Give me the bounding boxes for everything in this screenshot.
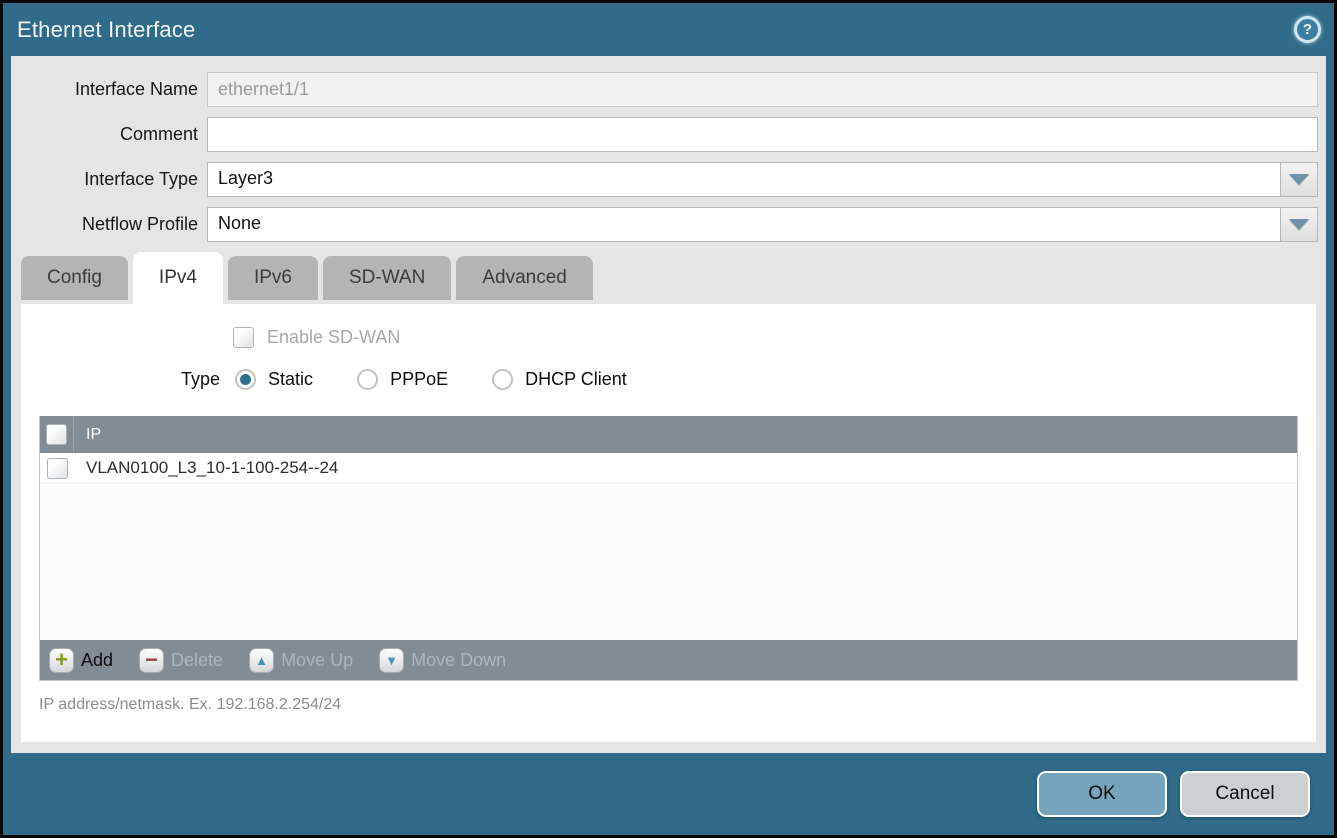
- table-row[interactable]: VLAN0100_L3_10-1-100-254--24: [40, 453, 1297, 484]
- netflow-profile-label: Netflow Profile: [11, 214, 207, 235]
- ethernet-interface-dialog: Ethernet Interface ? Interface Name Comm…: [0, 0, 1337, 838]
- tab-sdwan[interactable]: SD-WAN: [323, 256, 451, 300]
- type-radio-group: Static PPPoE DHCP Client: [235, 369, 671, 390]
- radio-pppoe-label: PPPoE: [390, 369, 448, 390]
- tab-ipv6[interactable]: IPv6: [228, 256, 318, 300]
- delete-button: − Delete: [139, 648, 223, 673]
- radio-static[interactable]: Static: [235, 369, 313, 390]
- arrow-up-icon: ▲: [249, 648, 274, 673]
- form-row-netflow-profile: Netflow Profile None: [11, 207, 1326, 242]
- netflow-profile-dropdown-button[interactable]: [1280, 207, 1318, 242]
- tab-config[interactable]: Config: [21, 256, 128, 300]
- minus-icon: −: [139, 648, 164, 673]
- radio-static-label: Static: [268, 369, 313, 390]
- radio-dhcp-client-circle[interactable]: [492, 369, 513, 390]
- radio-static-circle[interactable]: [235, 369, 256, 390]
- dialog-footer: OK Cancel: [3, 753, 1334, 835]
- dialog-body: Interface Name Comment Interface Type La…: [11, 56, 1326, 753]
- select-all-checkbox[interactable]: [46, 424, 67, 445]
- type-row: Type Static PPPoE DHCP Client: [181, 369, 1316, 390]
- interface-name-label: Interface Name: [11, 79, 207, 100]
- ip-column-header: IP: [74, 426, 101, 444]
- ip-format-hint: IP address/netmask. Ex. 192.168.2.254/24: [39, 696, 1316, 714]
- interface-type-dropdown-button[interactable]: [1280, 162, 1318, 197]
- interface-type-label: Interface Type: [11, 169, 207, 190]
- move-up-button: ▲ Move Up: [249, 648, 353, 673]
- ip-table-header: IP: [40, 416, 1297, 453]
- cancel-button[interactable]: Cancel: [1180, 771, 1310, 817]
- chevron-down-icon: [1289, 219, 1309, 230]
- interface-name-field: [207, 72, 1318, 107]
- radio-dhcp-client[interactable]: DHCP Client: [492, 369, 627, 390]
- dialog-titlebar: Ethernet Interface ?: [3, 3, 1334, 56]
- comment-field[interactable]: [207, 117, 1318, 152]
- move-down-button-label: Move Down: [411, 650, 506, 671]
- radio-dhcp-client-label: DHCP Client: [525, 369, 627, 390]
- enable-sdwan-row: Enable SD-WAN: [233, 304, 1316, 348]
- ok-button[interactable]: OK: [1037, 771, 1167, 817]
- tab-ipv4[interactable]: IPv4: [133, 252, 223, 304]
- ip-table: IP VLAN0100_L3_10-1-100-254--24 + Add −: [39, 416, 1298, 681]
- form-row-interface-name: Interface Name: [11, 72, 1326, 107]
- table-empty-area: [40, 484, 1297, 640]
- tab-advanced[interactable]: Advanced: [456, 256, 593, 300]
- table-toolbar: + Add − Delete ▲ Move Up ▼ Move Down: [40, 640, 1297, 680]
- arrow-down-icon: ▼: [379, 648, 404, 673]
- comment-label: Comment: [11, 124, 207, 145]
- radio-pppoe[interactable]: PPPoE: [357, 369, 448, 390]
- move-down-button: ▼ Move Down: [379, 648, 506, 673]
- row-checkbox[interactable]: [47, 458, 68, 479]
- form-row-interface-type: Interface Type Layer3: [11, 162, 1326, 197]
- dialog-title: Ethernet Interface: [17, 17, 195, 43]
- type-label: Type: [181, 369, 220, 390]
- enable-sdwan-label: Enable SD-WAN: [267, 327, 400, 348]
- delete-button-label: Delete: [171, 650, 223, 671]
- radio-pppoe-circle[interactable]: [357, 369, 378, 390]
- help-icon[interactable]: ?: [1294, 16, 1321, 43]
- form-row-comment: Comment: [11, 117, 1326, 152]
- netflow-profile-select[interactable]: None: [207, 207, 1318, 242]
- add-button[interactable]: + Add: [49, 648, 113, 673]
- ip-cell[interactable]: VLAN0100_L3_10-1-100-254--24: [74, 458, 338, 478]
- ipv4-tab-panel: Enable SD-WAN Type Static PPPoE DHCP C: [21, 304, 1316, 742]
- add-button-label: Add: [81, 650, 113, 671]
- chevron-down-icon: [1289, 174, 1309, 185]
- form-area: Interface Name Comment Interface Type La…: [11, 56, 1326, 242]
- tab-strip: Config IPv4 IPv6 SD-WAN Advanced: [11, 252, 1326, 304]
- interface-type-select[interactable]: Layer3: [207, 162, 1318, 197]
- move-up-button-label: Move Up: [281, 650, 353, 671]
- plus-icon: +: [49, 648, 74, 673]
- enable-sdwan-checkbox: [233, 327, 254, 348]
